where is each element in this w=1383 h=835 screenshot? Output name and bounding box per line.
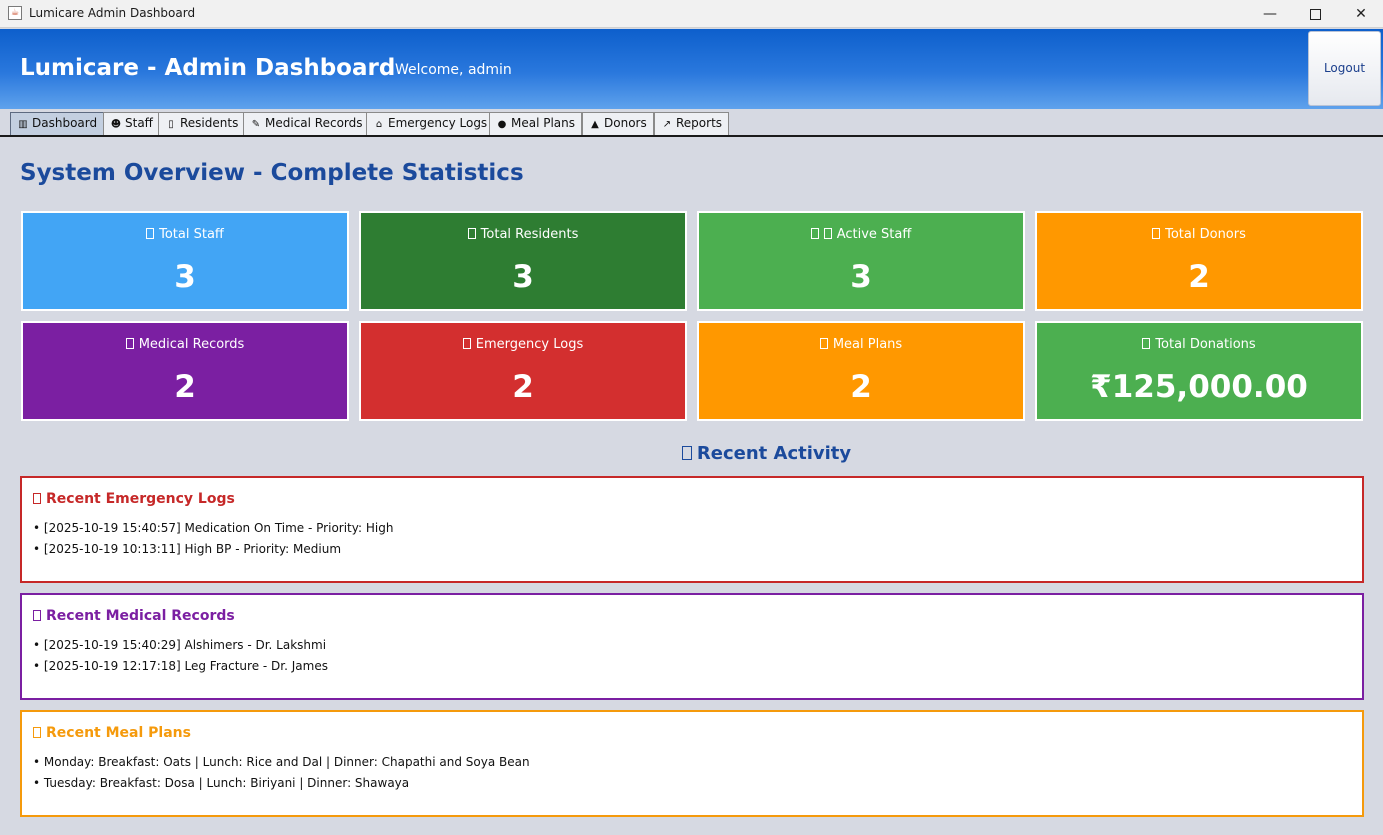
staff-icon <box>146 228 155 239</box>
list-item: • [2025-10-19 15:40:29] Alshimers - Dr. … <box>33 638 327 652</box>
tab-medical-records[interactable]: ✎ Medical Records <box>243 112 370 135</box>
recent-meal-plans-panel: Recent Meal Plans • Monday: Breakfast: O… <box>20 710 1364 817</box>
tab-label: Reports <box>676 116 723 130</box>
stat-value: 2 <box>850 369 872 405</box>
tab-label: Residents <box>180 116 239 130</box>
stat-value: 3 <box>850 259 872 295</box>
money-bag-icon: ▲ <box>591 119 599 130</box>
panel-title: Recent Meal Plans <box>33 725 191 741</box>
stat-card-active-staff: Active Staff 3 <box>697 211 1025 311</box>
stat-label: Active Staff <box>699 227 1023 242</box>
list-item: • [2025-10-19 10:13:11] High BP - Priori… <box>33 542 342 556</box>
tab-reports[interactable]: ↗ Reports <box>654 112 730 135</box>
stat-card-total-donors: Total Donors 2 <box>1035 211 1363 311</box>
stat-card-emergency-logs: Emergency Logs 2 <box>359 321 687 421</box>
siren-icon <box>33 493 41 504</box>
recent-medical-records-panel: Recent Medical Records • [2025-10-19 15:… <box>20 593 1364 700</box>
stat-value: 2 <box>1188 259 1210 295</box>
residents-icon: ▯ <box>168 119 174 130</box>
java-app-icon: ☕ <box>8 6 22 20</box>
list-item: • Tuesday: Breakfast: Dosa | Lunch: Biri… <box>33 776 410 790</box>
window-title: Lumicare Admin Dashboard <box>29 6 196 20</box>
maximize-button[interactable] <box>1292 0 1338 28</box>
tab-label: Medical Records <box>265 116 363 130</box>
stat-value: 2 <box>174 369 196 405</box>
siren-icon: ⌂ <box>375 119 383 130</box>
panel-title: Recent Medical Records <box>33 608 235 624</box>
clipboard-icon <box>681 446 692 460</box>
recent-activity-heading: Recent Activity <box>0 443 1383 464</box>
siren-icon <box>462 338 471 349</box>
stat-label: Medical Records <box>23 337 347 352</box>
stat-card-total-residents: Total Residents 3 <box>359 211 687 311</box>
recent-emergency-logs-panel: Recent Emergency Logs • [2025-10-19 15:4… <box>20 476 1364 583</box>
stat-label: Total Donors <box>1037 227 1361 242</box>
window-titlebar: ☕ Lumicare Admin Dashboard — ✕ <box>0 0 1383 28</box>
stat-label: Emergency Logs <box>361 337 685 352</box>
tab-label: Meal Plans <box>511 116 576 130</box>
close-window-button[interactable]: ✕ <box>1338 0 1383 28</box>
stat-value: 3 <box>512 259 534 295</box>
stat-value: ₹125,000.00 <box>1090 369 1308 405</box>
pill-icon: ✎ <box>251 119 261 130</box>
page-title: System Overview - Complete Statistics <box>20 160 524 186</box>
stat-label: Total Donations <box>1037 337 1361 352</box>
app-header: Lumicare - Admin Dashboard Welcome, admi… <box>0 29 1383 109</box>
stat-card-medical-records: Medical Records 2 <box>21 321 349 421</box>
stat-card-meal-plans: Meal Plans 2 <box>697 321 1025 421</box>
app-title: Lumicare - Admin Dashboard <box>20 55 396 81</box>
stat-card-total-donations: Total Donations ₹125,000.00 <box>1035 321 1363 421</box>
stat-value: 2 <box>512 369 534 405</box>
food-icon <box>33 727 41 738</box>
tab-label: Dashboard <box>32 116 98 130</box>
logout-button[interactable]: Logout <box>1308 31 1381 106</box>
stat-label: Total Residents <box>361 227 685 242</box>
chart-icon: ↗ <box>662 119 672 130</box>
list-item: • Monday: Breakfast: Oats | Lunch: Rice … <box>33 755 530 769</box>
tab-label: Emergency Logs <box>388 116 488 130</box>
residents-icon <box>467 228 476 239</box>
stat-label: Total Staff <box>23 227 347 242</box>
tab-residents[interactable]: ▯ Residents <box>158 112 246 135</box>
list-item: • [2025-10-19 15:40:57] Medication On Ti… <box>33 521 394 535</box>
tab-dashboard[interactable]: ▥ Dashboard <box>10 112 105 135</box>
stat-card-total-staff: Total Staff 3 <box>21 211 349 311</box>
minimize-button[interactable]: — <box>1247 0 1293 28</box>
tab-staff[interactable]: ☻ Staff <box>103 112 160 135</box>
donor-icon <box>1152 228 1161 239</box>
list-item: • [2025-10-19 12:17:18] Leg Fracture - D… <box>33 659 328 673</box>
tab-strip: ▥ Dashboard ☻ Staff ▯ Residents ✎ Medical Re… <box>0 109 1383 137</box>
doctor-icon <box>823 228 832 239</box>
tab-meal-plans[interactable]: ● Meal Plans <box>489 112 583 135</box>
staff-icon: ☻ <box>110 119 122 130</box>
welcome-text: Welcome, admin <box>395 62 512 78</box>
panel-title: Recent Emergency Logs <box>33 491 235 507</box>
money-icon <box>1142 338 1151 349</box>
food-icon: ● <box>497 119 507 130</box>
food-icon <box>819 338 828 349</box>
tab-emergency-logs[interactable]: ⌂ Emergency Logs <box>366 112 495 135</box>
maximize-icon <box>1309 8 1321 20</box>
tab-donors[interactable]: ▲ Donors <box>582 112 654 135</box>
stat-value: 3 <box>174 259 196 295</box>
pill-icon <box>125 338 134 349</box>
pill-icon <box>33 610 41 621</box>
tab-label: Staff <box>125 116 153 130</box>
doctor-icon <box>810 228 819 239</box>
tab-label: Donors <box>604 116 647 130</box>
dashboard-icon: ▥ <box>18 119 28 130</box>
stat-label: Meal Plans <box>699 337 1023 352</box>
